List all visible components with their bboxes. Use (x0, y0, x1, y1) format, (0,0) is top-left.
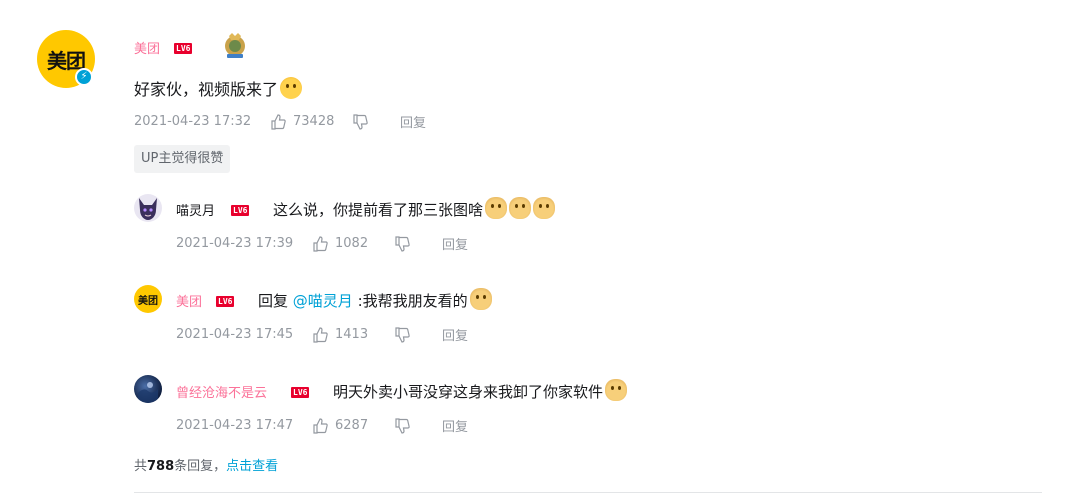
reply-button[interactable]: 回复 (442, 325, 468, 344)
like-button[interactable]: 6287 (312, 417, 394, 434)
view-replies-link[interactable]: 点击查看 (226, 459, 278, 474)
reply-button[interactable]: 回复 (442, 234, 468, 253)
comment-time: 2021-04-23 17:32 (134, 114, 252, 129)
sea-avatar-icon (138, 382, 158, 403)
dislike-button[interactable] (352, 113, 400, 130)
thumbs-up-icon (313, 417, 328, 434)
dislike-button[interactable] (394, 326, 442, 343)
comment-text: 好家伙，视频版来了 (134, 76, 303, 100)
reply-count-suffix: 条回复， (174, 459, 227, 474)
reply-body: 这么说，你提前看了那三张图啥 (273, 201, 484, 219)
divider (134, 492, 1042, 493)
dislike-button[interactable] (394, 417, 442, 434)
doge-emoji-icon (485, 197, 508, 219)
like-count: 6287 (335, 418, 369, 433)
avatar-brand-text: 美团 (138, 295, 158, 307)
reply-count: 788 (147, 459, 175, 474)
thumbs-up-icon (313, 235, 328, 252)
comment-meta: 2021-04-23 17:32 73428 回复 (134, 112, 426, 131)
username[interactable]: 美团 (134, 38, 160, 57)
username[interactable]: 美团 (176, 291, 202, 310)
reply-meta: 2021-04-23 17:47 6287 回复 (176, 416, 468, 435)
like-count: 73428 (293, 114, 335, 129)
level-badge: LV6 (291, 387, 310, 398)
doge-emoji-icon (533, 197, 556, 219)
thumbs-down-icon (395, 417, 410, 434)
level-badge: LV6 (174, 43, 193, 54)
like-button[interactable]: 73428 (270, 113, 352, 130)
reply-meta: 2021-04-23 17:45 1413 回复 (176, 325, 468, 344)
level-badge: LV6 (216, 296, 235, 307)
like-count: 1082 (335, 236, 369, 251)
level-badge: LV6 (231, 205, 250, 216)
reply-meta: 2021-04-23 17:39 1082 回复 (176, 234, 468, 253)
reply-button[interactable]: 回复 (442, 416, 468, 435)
medal-icon (225, 33, 245, 58)
reply-time: 2021-04-23 17:39 (176, 236, 294, 251)
reply-body: :我帮我朋友看的 (352, 292, 468, 310)
reply-count-prefix: 共 (134, 459, 148, 474)
thumbs-up-icon (271, 113, 286, 130)
lightning-verified-icon: ⚡ (75, 68, 93, 86)
avatar[interactable] (134, 194, 162, 222)
thumbs-down-icon (353, 113, 368, 130)
like-count: 1413 (335, 327, 369, 342)
reply-prefix: 回复 (258, 292, 293, 310)
reply-count-footer: 共788条回复，点击查看 (134, 455, 278, 474)
reply-text: 回复 @喵灵月 :我帮我朋友看的 (258, 288, 492, 311)
dislike-button[interactable] (394, 235, 442, 252)
reply-time: 2021-04-23 17:45 (176, 327, 294, 342)
anime-cat-avatar-icon (139, 198, 157, 220)
reply-text: 这么说，你提前看了那三张图啥 (273, 197, 556, 220)
reply-button[interactable]: 回复 (400, 112, 426, 131)
username[interactable]: 喵灵月 (176, 200, 215, 219)
doge-emoji-icon (469, 288, 492, 310)
username[interactable]: 曾经沧海不是云 (176, 382, 267, 401)
like-button[interactable]: 1413 (312, 326, 394, 343)
mention-link[interactable]: @喵灵月 (293, 292, 353, 310)
reply-time: 2021-04-23 17:47 (176, 418, 294, 433)
thumbs-down-icon (395, 326, 410, 343)
doge-emoji-icon (605, 379, 628, 401)
reply-body: 明天外卖小哥没穿这身来我卸了你家软件 (333, 383, 604, 401)
thumbs-up-icon (313, 326, 328, 343)
surprised-emoji-icon (280, 77, 303, 99)
avatar[interactable]: 美团 (134, 285, 162, 313)
up-liked-badge: UP主觉得很赞 (134, 145, 231, 173)
thumbs-down-icon (395, 235, 410, 252)
like-button[interactable]: 1082 (312, 235, 394, 252)
reply-text: 明天外卖小哥没穿这身来我卸了你家软件 (333, 379, 628, 402)
comment-body: 好家伙，视频版来了 (134, 80, 279, 99)
doge-emoji-icon (509, 197, 532, 219)
avatar[interactable] (134, 375, 162, 403)
